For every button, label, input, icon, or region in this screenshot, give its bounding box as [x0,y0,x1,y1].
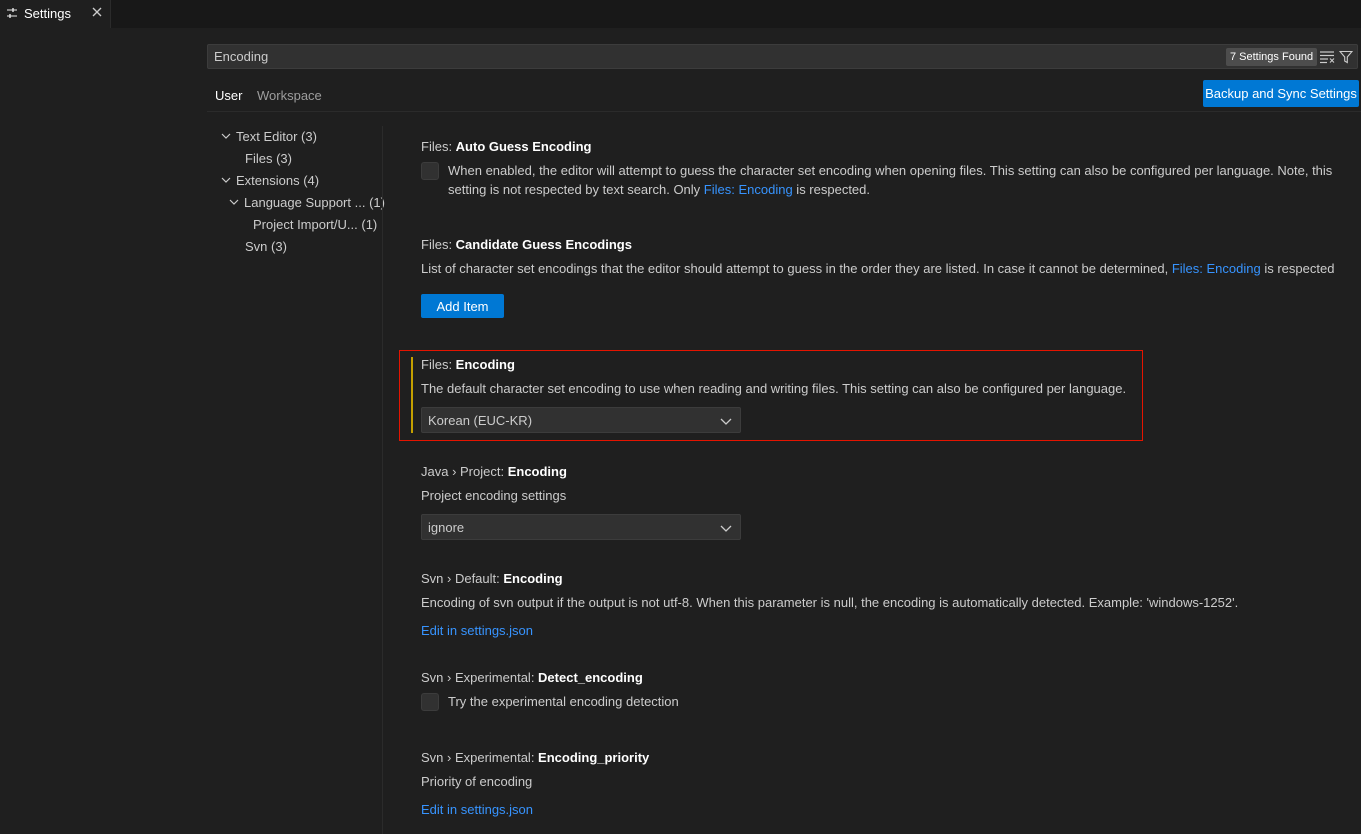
encoding-select[interactable]: Korean (EUC-KR) [421,407,741,433]
setting-title: Files: Auto Guess Encoding [421,139,1341,154]
auto-guess-checkbox[interactable] [421,162,439,180]
setting-description: Try the experimental encoding detection [448,694,679,709]
filter-icon[interactable] [1339,50,1353,64]
setting-description: Encoding of svn output if the output is … [421,595,1239,610]
chevron-down-icon [720,418,732,425]
setting-description: The default character set encoding to us… [421,381,1127,396]
tab-workspace[interactable]: Workspace [257,88,322,103]
setting-svn-detect-encoding: Svn › Experimental: Detect_encoding Try … [421,670,1341,711]
toc-label: Language Support ... [244,195,366,210]
toc-count: (3) [271,239,287,254]
results-count-badge: 7 Settings Found [1226,48,1318,66]
setting-category: Java › Project: [421,464,508,479]
setting-svn-default-encoding: Svn › Default: Encoding Encoding of svn … [421,571,1341,638]
setting-key: Encoding [455,357,515,372]
desc-text: is respected. [792,182,871,197]
java-encoding-select[interactable]: ignore [421,514,741,540]
setting-key: Auto Guess Encoding [455,139,592,154]
setting-java-project-encoding: Java › Project: Encoding Project encodin… [421,464,1341,540]
toc-count: (1) [361,217,378,232]
setting-key: Encoding_priority [538,750,650,765]
setting-category: Svn › Experimental: [421,670,539,685]
setting-files-encoding: Files: Encoding The default character se… [421,357,1341,433]
setting-candidate-guess-encodings: Files: Candidate Guess Encodings List of… [421,237,1341,318]
toc-count: (4) [303,173,320,188]
setting-key: Detect_encoding [538,670,643,685]
setting-category: Files: [421,357,456,372]
chevron-down-icon [229,199,239,205]
setting-category: Svn › Default: [421,571,504,586]
setting-description: Project encoding settings [421,488,567,503]
search-value: Encoding [214,49,269,64]
setting-description: When enabled, the editor will attempt to… [448,161,1348,199]
modified-indicator [411,357,413,433]
setting-key: Candidate Guess Encodings [455,237,632,252]
tab-label: Settings [24,6,71,21]
setting-description: List of character set encodings that the… [421,259,1351,278]
backup-sync-button[interactable]: Backup and Sync Settings [1203,80,1359,107]
header-divider [207,111,1361,112]
edit-in-settings-json-link[interactable]: Edit in settings.json [421,621,533,640]
desc-text: List of character set encodings that the… [421,261,1172,276]
setting-title: Files: Candidate Guess Encodings [421,237,1341,252]
setting-description: Priority of encoding [421,774,533,789]
toc-item-language-support[interactable]: Language Support ... (1) [228,195,385,215]
setting-auto-guess-encoding: Files: Auto Guess Encoding When enabled,… [421,139,1341,197]
toc-label: Project Import/U... [253,217,358,232]
chevron-down-icon [221,133,231,139]
toc-item-text-editor[interactable]: Text Editor (3) [220,129,317,149]
detect-encoding-checkbox[interactable] [421,693,439,711]
setting-category: Svn › Experimental: [421,750,539,765]
setting-key: Encoding [507,464,567,479]
files-encoding-link[interactable]: Files: Encoding [704,182,793,197]
setting-category: Files: [421,237,456,252]
setting-title: Svn › Experimental: Detect_encoding [421,670,1341,685]
toc-label: Extensions [236,173,300,188]
close-icon[interactable] [90,5,104,19]
clear-filter-icon[interactable] [1319,50,1335,64]
toc-label: Text Editor [236,129,298,144]
setting-title: Svn › Experimental: Encoding_priority [421,750,1341,765]
chevron-down-icon [221,177,231,183]
toc-count: (3) [301,129,317,144]
select-value: ignore [428,520,465,535]
toc-label: Files [245,151,273,166]
toc-count: (3) [276,151,292,166]
desc-text: setting is not respected by text search.… [448,182,704,197]
files-encoding-link[interactable]: Files: Encoding [1172,261,1261,276]
desc-text: When enabled, the editor will attempt to… [448,163,1333,178]
select-value: Korean (EUC-KR) [428,413,533,428]
setting-key: Encoding [503,571,563,586]
toc-item-files[interactable]: Files (3) [245,151,292,171]
settings-search-input[interactable]: Encoding 7 Settings Found [207,44,1358,69]
desc-text: is respected [1260,261,1335,276]
setting-category: Files: [421,139,456,154]
settings-sliders-icon [7,8,17,18]
add-item-button[interactable]: Add Item [421,294,504,318]
setting-title: Files: Encoding [421,357,1341,372]
toc-item-svn[interactable]: Svn (3) [245,239,287,259]
setting-title: Java › Project: Encoding [421,464,1341,479]
edit-in-settings-json-link[interactable]: Edit in settings.json [421,800,533,819]
toc-item-project-import[interactable]: Project Import/U... (1) [253,217,377,237]
setting-title: Svn › Default: Encoding [421,571,1341,586]
toc-item-extensions[interactable]: Extensions (4) [220,173,319,193]
tab-settings[interactable]: Settings [0,0,111,28]
setting-svn-encoding-priority: Svn › Experimental: Encoding_priority Pr… [421,750,1341,817]
editor-tab-bar: Settings [0,0,1361,28]
chevron-down-icon [720,525,732,532]
toc-label: Svn [245,239,268,254]
toc-divider [382,126,383,834]
tab-user[interactable]: User [215,88,242,103]
